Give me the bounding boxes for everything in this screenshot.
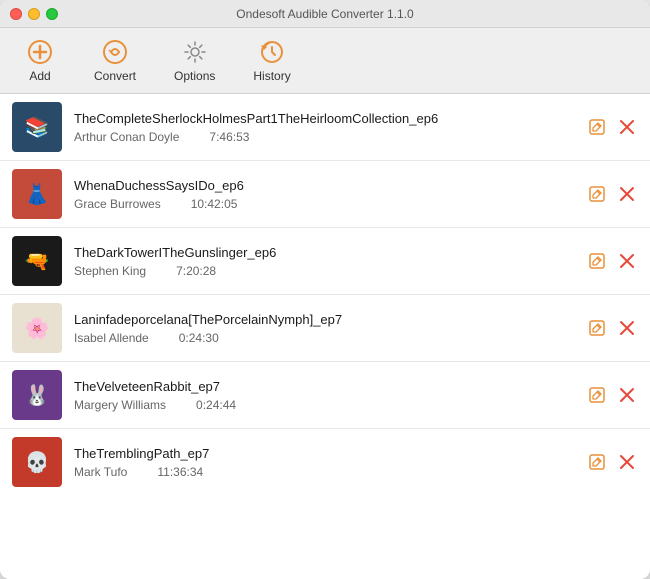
item-duration: 0:24:30	[179, 331, 219, 345]
item-info: TheVelveteenRabbit_ep7 Margery Williams …	[74, 379, 574, 412]
item-meta: Margery Williams 0:24:44	[74, 398, 574, 412]
item-meta: Grace Burrowes 10:42:05	[74, 197, 574, 211]
item-actions	[586, 384, 638, 406]
edit-button[interactable]	[586, 250, 608, 272]
minimize-button[interactable]	[28, 8, 40, 20]
close-button[interactable]	[10, 8, 22, 20]
item-duration: 7:20:28	[176, 264, 216, 278]
edit-icon	[588, 252, 606, 270]
delete-icon	[618, 386, 636, 404]
item-author: Arthur Conan Doyle	[74, 130, 179, 144]
edit-icon	[588, 185, 606, 203]
convert-icon	[101, 38, 129, 66]
item-info: WhenaDuchessSaysIDo_ep6 Grace Burrowes 1…	[74, 178, 574, 211]
edit-icon	[588, 118, 606, 136]
convert-label: Convert	[94, 69, 136, 83]
history-label: History	[253, 69, 290, 83]
add-icon	[26, 38, 54, 66]
main-window: Ondesoft Audible Converter 1.1.0 Add	[0, 0, 650, 579]
album-art: 🔫	[12, 236, 62, 286]
item-title: TheCompleteSherlockHolmesPart1TheHeirloo…	[74, 111, 574, 126]
history-icon	[258, 38, 286, 66]
item-info: TheDarkTowerITheGunslinger_ep6 Stephen K…	[74, 245, 574, 278]
item-duration: 11:36:34	[157, 465, 203, 479]
history-button[interactable]: History	[239, 34, 304, 87]
title-bar: Ondesoft Audible Converter 1.1.0	[0, 0, 650, 28]
item-author: Mark Tufo	[74, 465, 127, 479]
convert-button[interactable]: Convert	[80, 34, 150, 87]
list-item: 📚 TheCompleteSherlockHolmesPart1TheHeirl…	[0, 94, 650, 161]
item-meta: Arthur Conan Doyle 7:46:53	[74, 130, 574, 144]
item-author: Isabel Allende	[74, 331, 149, 345]
traffic-lights	[10, 8, 58, 20]
list-item: 🔫 TheDarkTowerITheGunslinger_ep6 Stephen…	[0, 228, 650, 295]
item-actions	[586, 317, 638, 339]
delete-icon	[618, 453, 636, 471]
edit-button[interactable]	[586, 116, 608, 138]
album-art: 🐰	[12, 370, 62, 420]
edit-button[interactable]	[586, 317, 608, 339]
toolbar: Add Convert Options	[0, 28, 650, 94]
item-meta: Stephen King 7:20:28	[74, 264, 574, 278]
item-author: Stephen King	[74, 264, 146, 278]
options-label: Options	[174, 69, 215, 83]
item-duration: 7:46:53	[209, 130, 249, 144]
item-author: Grace Burrowes	[74, 197, 161, 211]
delete-icon	[618, 319, 636, 337]
item-title: Laninfadeporcelana[ThePorcelainNymph]_ep…	[74, 312, 574, 327]
item-actions	[586, 250, 638, 272]
edit-icon	[588, 453, 606, 471]
delete-icon	[618, 185, 636, 203]
delete-button[interactable]	[616, 116, 638, 138]
item-title: WhenaDuchessSaysIDo_ep6	[74, 178, 574, 193]
item-info: Laninfadeporcelana[ThePorcelainNymph]_ep…	[74, 312, 574, 345]
item-info: TheCompleteSherlockHolmesPart1TheHeirloo…	[74, 111, 574, 144]
item-author: Margery Williams	[74, 398, 166, 412]
item-duration: 10:42:05	[191, 197, 238, 211]
album-art: 📚	[12, 102, 62, 152]
item-actions	[586, 183, 638, 205]
list-item: 👗 WhenaDuchessSaysIDo_ep6 Grace Burrowes…	[0, 161, 650, 228]
delete-button[interactable]	[616, 451, 638, 473]
edit-button[interactable]	[586, 183, 608, 205]
item-actions	[586, 451, 638, 473]
delete-button[interactable]	[616, 250, 638, 272]
item-title: TheVelveteenRabbit_ep7	[74, 379, 574, 394]
list-item: 🐰 TheVelveteenRabbit_ep7 Margery William…	[0, 362, 650, 429]
item-title: TheDarkTowerITheGunslinger_ep6	[74, 245, 574, 260]
add-button[interactable]: Add	[10, 34, 70, 87]
edit-button[interactable]	[586, 451, 608, 473]
delete-button[interactable]	[616, 317, 638, 339]
item-actions	[586, 116, 638, 138]
item-meta: Isabel Allende 0:24:30	[74, 331, 574, 345]
album-art: 💀	[12, 437, 62, 487]
delete-icon	[618, 252, 636, 270]
item-duration: 0:24:44	[196, 398, 236, 412]
add-label: Add	[29, 69, 50, 83]
delete-button[interactable]	[616, 384, 638, 406]
item-title: TheTremblingPath_ep7	[74, 446, 574, 461]
delete-icon	[618, 118, 636, 136]
album-art: 👗	[12, 169, 62, 219]
item-info: TheTremblingPath_ep7 Mark Tufo 11:36:34	[74, 446, 574, 479]
album-art: 🌸	[12, 303, 62, 353]
options-icon	[181, 38, 209, 66]
edit-icon	[588, 386, 606, 404]
item-meta: Mark Tufo 11:36:34	[74, 465, 574, 479]
book-list: 📚 TheCompleteSherlockHolmesPart1TheHeirl…	[0, 94, 650, 579]
list-item: 💀 TheTremblingPath_ep7 Mark Tufo 11:36:3…	[0, 429, 650, 495]
edit-button[interactable]	[586, 384, 608, 406]
maximize-button[interactable]	[46, 8, 58, 20]
delete-button[interactable]	[616, 183, 638, 205]
window-title: Ondesoft Audible Converter 1.1.0	[236, 7, 413, 21]
edit-icon	[588, 319, 606, 337]
list-item: 🌸 Laninfadeporcelana[ThePorcelainNymph]_…	[0, 295, 650, 362]
options-button[interactable]: Options	[160, 34, 229, 87]
